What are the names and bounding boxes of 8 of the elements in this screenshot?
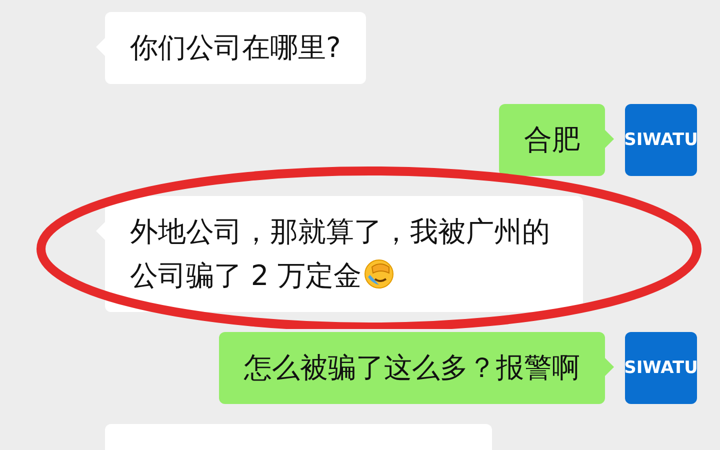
avatar[interactable]: SIWATU: [625, 332, 697, 404]
bubble-tail: [605, 130, 614, 148]
message-bubble: 合肥: [499, 104, 605, 176]
message-bubble: 你们公司在哪里?: [105, 12, 366, 84]
message-bubble: 怎么被骗了这么多？报警啊: [219, 332, 605, 404]
message-bubble: 外地公司，那就算了，我被广州的公司骗了 2 万定金: [105, 196, 583, 312]
bubble-tail: [605, 358, 614, 376]
avatar[interactable]: SIWATU: [625, 104, 697, 176]
